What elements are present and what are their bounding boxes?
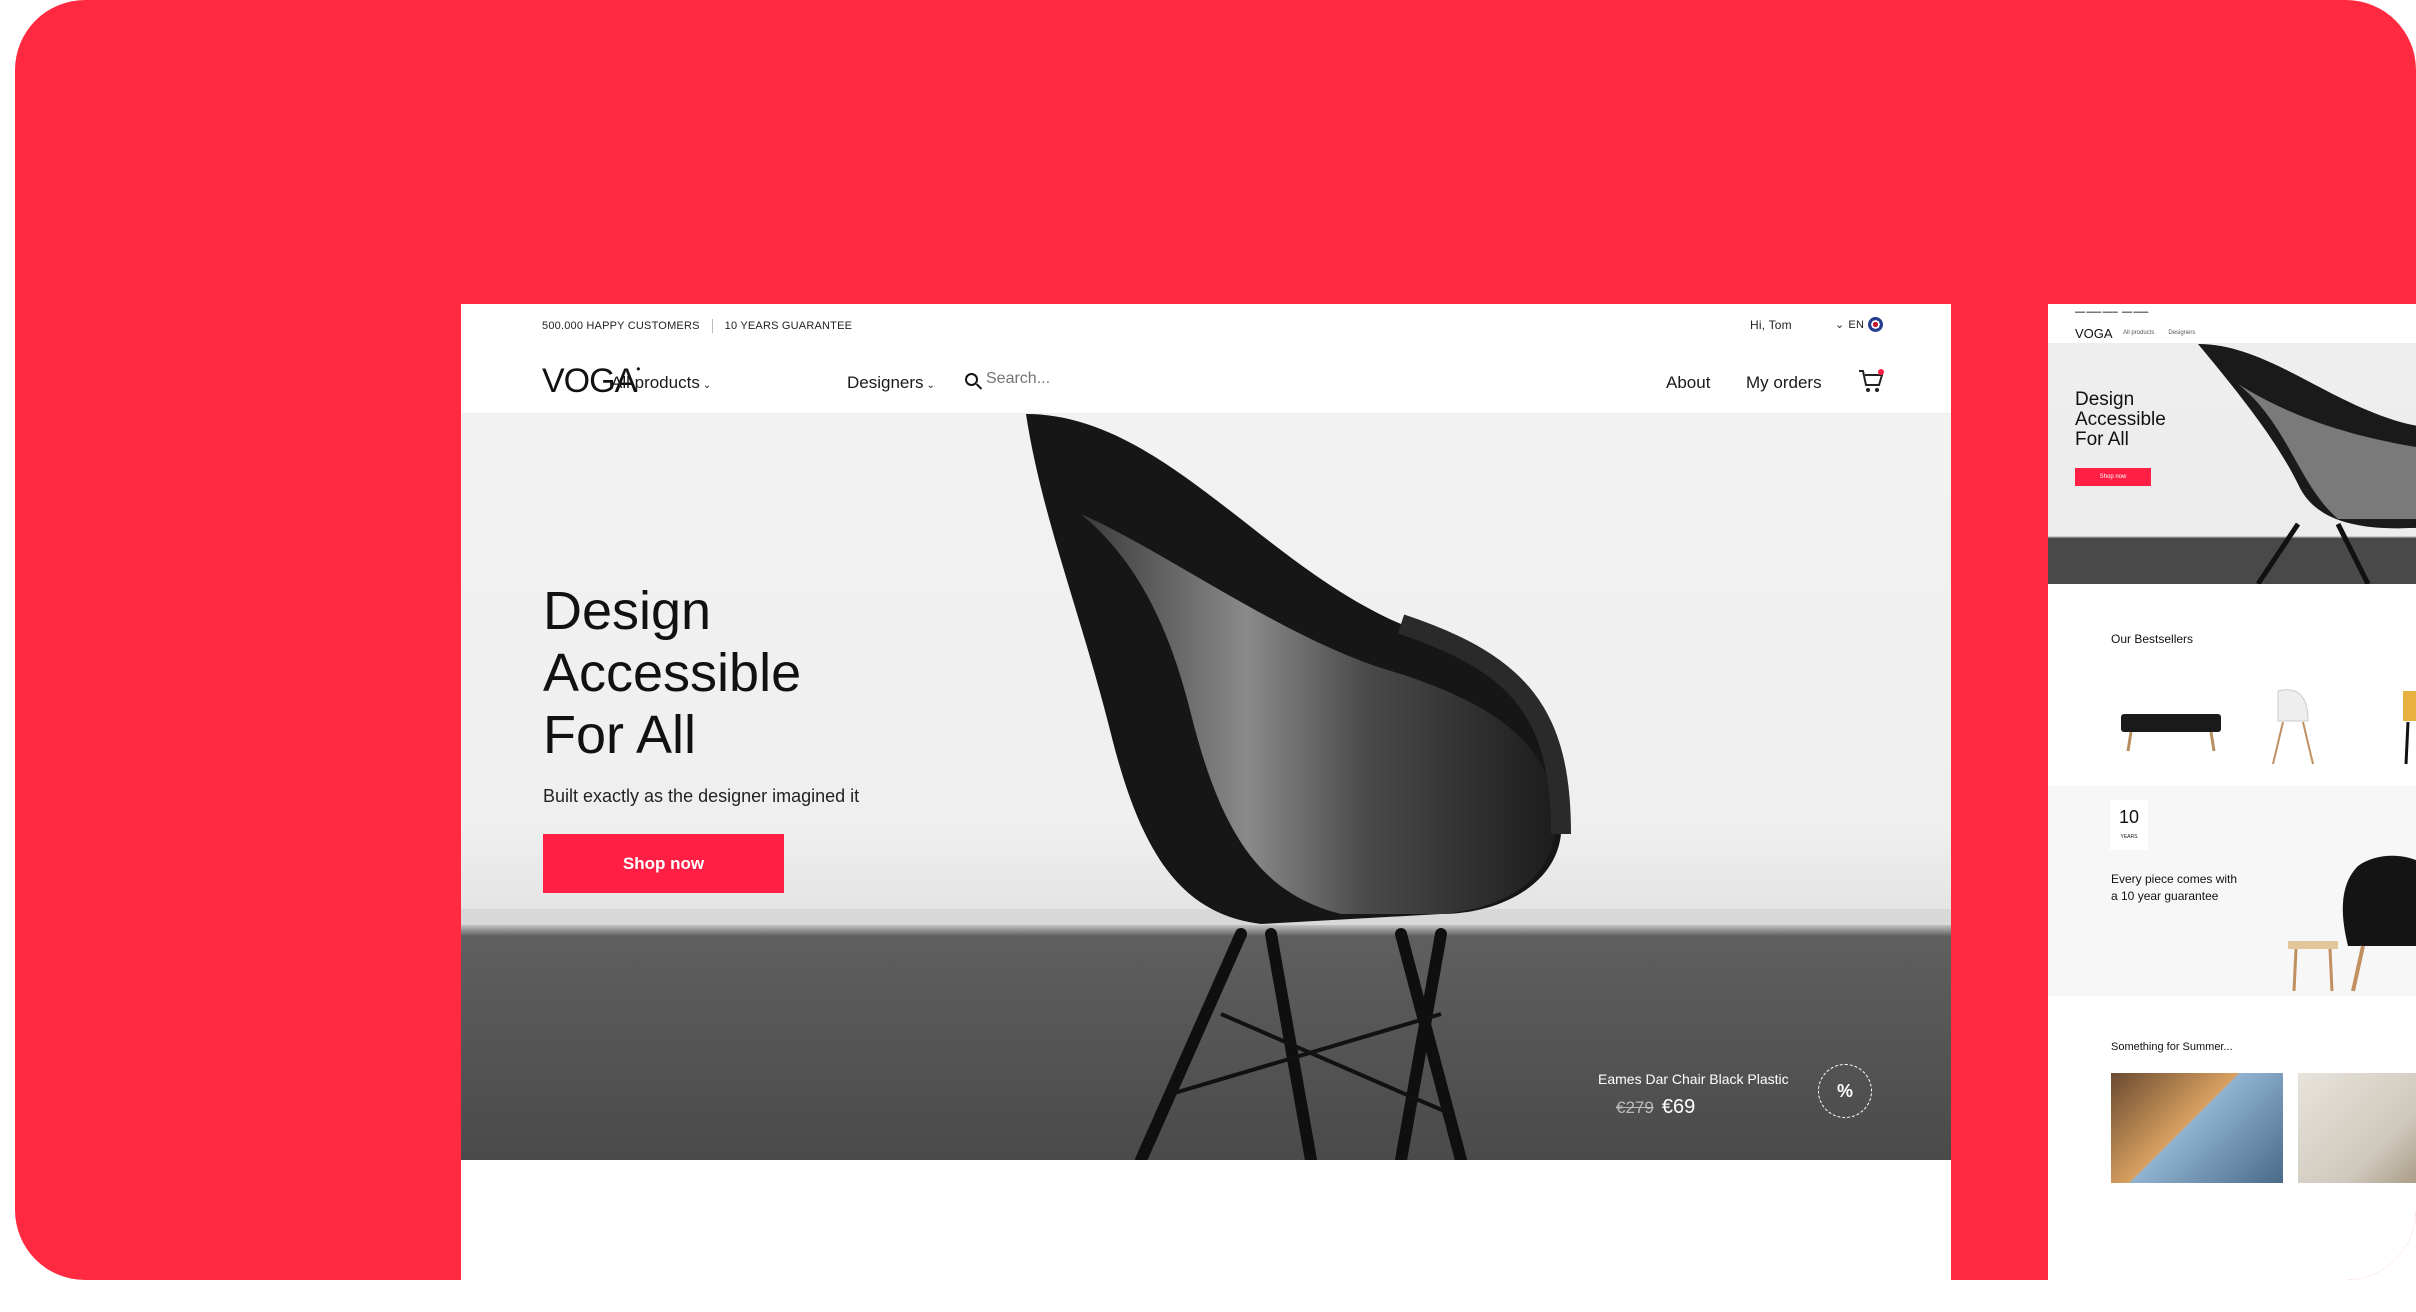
nav-designers[interactable]: Designers ⌄ [847,373,935,393]
utility-bar: 500.000 HAPPY CUSTOMERS 10 YEARS GUARANT… [461,304,1951,348]
nav-my-orders[interactable]: My orders [1746,373,1822,393]
price: €279 €69 [1616,1096,1695,1119]
nav-all-products[interactable]: All products ⌄ [611,373,711,393]
main-navigation: VOGA• All products⌄ Designers⌄ About My … [461,348,1951,414]
preview-shop-now-button[interactable]: Shop now [2075,468,2151,486]
preview-hero: Design Accessible For All Shop now [2048,344,2416,584]
user-greeting[interactable]: Hi, Tom [1750,318,1792,332]
divider [711,319,713,333]
website-preview-secondary: ▬▬ ▬▬▬ ▬▬▬ ▬▬ ▬▬▬ VOGA All products Desi… [2048,304,2416,1280]
background-canvas: 500.000 HAPPY CUSTOMERS 10 YEARS GUARANT… [15,0,2416,1280]
search-bar [965,370,1186,388]
preview-guarantee-text: Every piece comes with a 10 year guarant… [2111,872,2238,903]
product-name[interactable]: Eames Dar Chair Black Plastic [1598,1071,1789,1087]
search-icon[interactable] [965,372,978,386]
search-input[interactable] [986,370,1186,388]
hero-title: Design Accessible For All [543,581,802,765]
chevron-down-icon: ⌄ [702,380,712,391]
preview-utility-bar: ▬▬ ▬▬▬ ▬▬▬ ▬▬ ▬▬▬ [2075,309,2149,315]
chair-image [1026,414,1571,1160]
preview-nav-links: All products Designers [2123,330,2195,336]
preview-nav-designers[interactable]: Designers [2168,330,2195,336]
preview-guarantee-section: 10 YEARS Every piece comes with a 10 yea… [2048,786,2416,996]
preview-hero-title: Design Accessible For All [2075,389,2166,450]
preview-nav-all-products[interactable]: All products [2123,330,2154,336]
nav-about[interactable]: About [1666,373,1710,393]
preview-summer-title: Something for Summer... [2111,1041,2233,1053]
preview-tile-living[interactable] [2298,1073,2416,1183]
preview-summer-tiles [2048,1053,2416,1193]
preview-bestsellers-title: Our Bestsellers [2111,632,2194,646]
preview-logo[interactable]: VOGA [2075,326,2113,341]
chevron-down-icon: ⌄ [926,380,935,391]
language-selector[interactable]: ⌄ EN [1835,317,1884,332]
new-price: €69 [1661,1096,1696,1118]
discount-badge[interactable]: % [1818,1064,1872,1118]
website-preview-desktop: 500.000 HAPPY CUSTOMERS 10 YEARS GUARANT… [461,304,1951,1280]
preview-bestsellers-list [2048,646,2416,786]
guarantee-text: 10 YEARS GUARANTEE [724,320,853,332]
shop-now-button[interactable]: Shop now [543,834,784,893]
preview-navigation: VOGA All products Designers [2048,322,2416,344]
hero-banner: Design Accessible For All Built exactly … [461,414,1951,1160]
preview-chair-image [2198,344,2416,584]
preview-product-chair-yellow[interactable] [2388,686,2416,766]
preview-product-bench[interactable] [2116,706,2226,756]
preview-guarantee-badge: 10 YEARS [2110,800,2148,850]
happy-customers-text: 500.000 HAPPY CUSTOMERS [542,320,700,332]
chevron-down-icon: ⌄ [1835,319,1845,331]
cart-icon[interactable] [1857,368,1885,394]
language-label: EN [1848,318,1865,331]
uk-flag-icon [1868,317,1884,332]
preview-armchair-image [2288,855,2416,992]
preview-tile-outdoor[interactable] [2111,1073,2283,1183]
hero-subtitle: Built exactly as the designer imagined i… [543,786,860,806]
old-price: €279 [1616,1098,1654,1117]
preview-product-chair-white[interactable] [2263,686,2323,766]
